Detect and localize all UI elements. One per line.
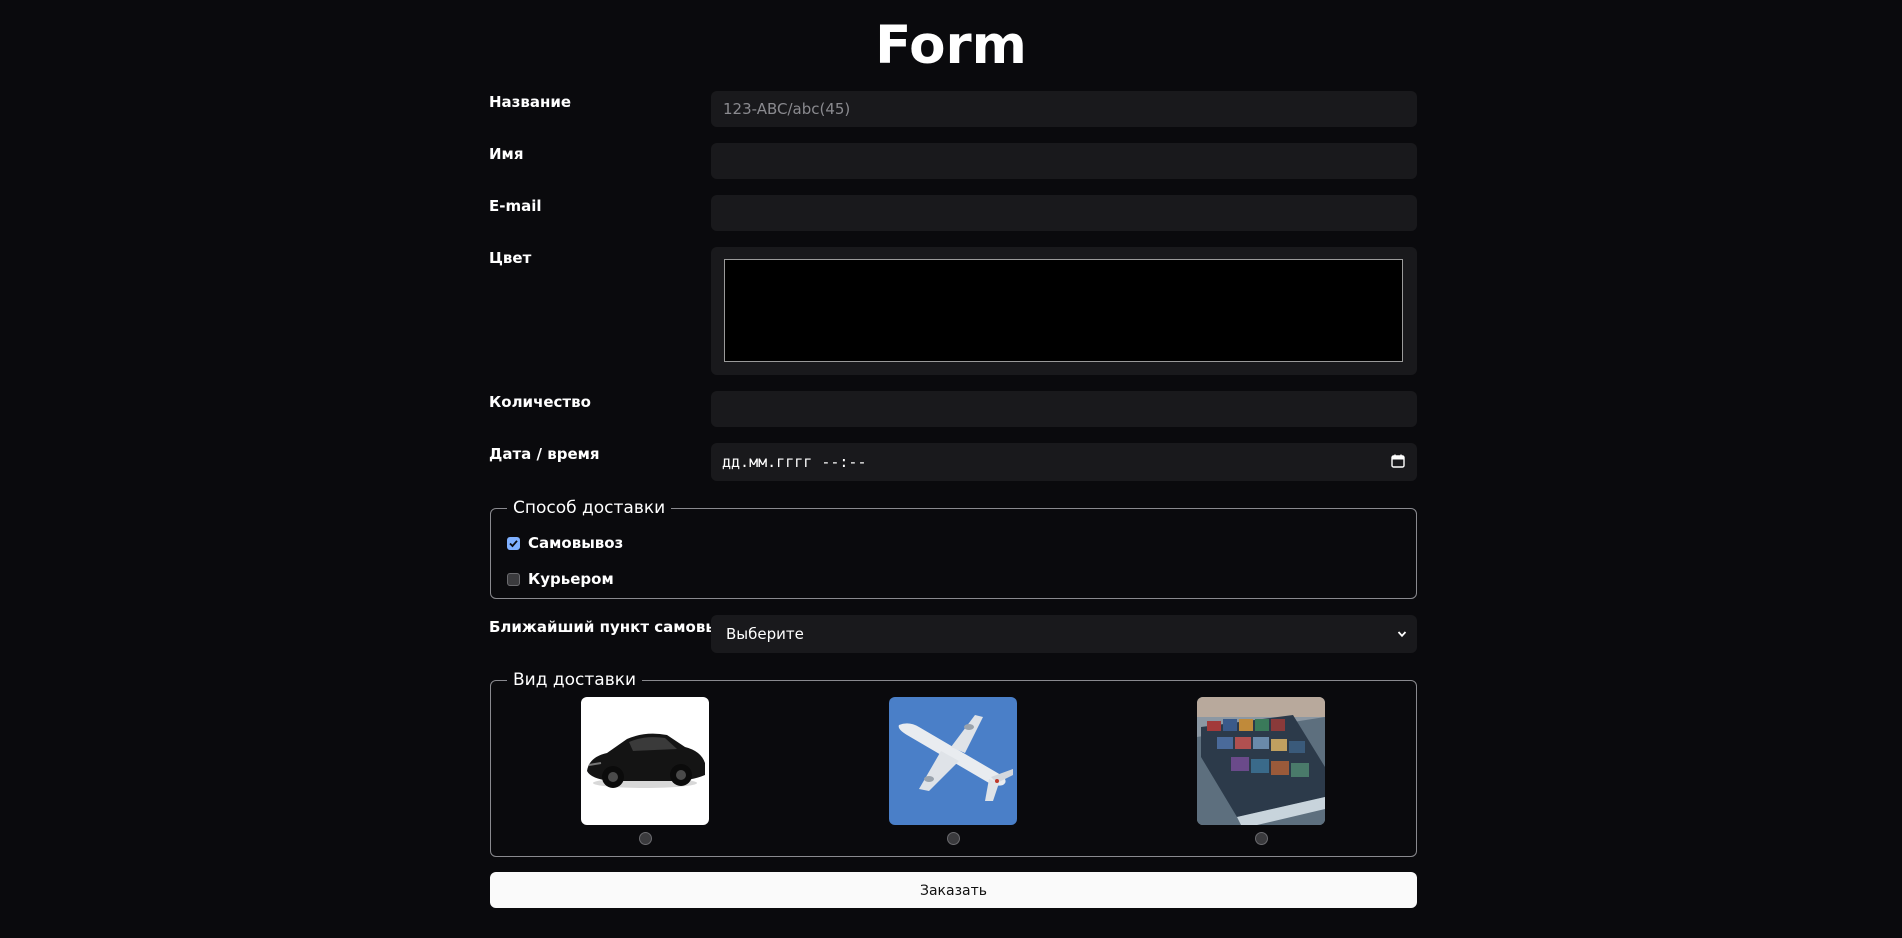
name-field-wrap <box>711 91 1417 127</box>
delivery-type-group: Вид доставки <box>490 669 1417 857</box>
first-name-field-wrap <box>711 143 1417 179</box>
radio-airplane[interactable] <box>946 832 960 845</box>
car-image[interactable] <box>581 697 709 825</box>
datetime-input[interactable]: дд.мм.гггг --:-- <box>711 443 1417 481</box>
datetime-label: Дата / время <box>489 445 600 463</box>
quantity-field-wrap <box>711 391 1417 427</box>
email-input[interactable] <box>711 195 1417 231</box>
checkbox-checked-icon[interactable] <box>507 536 520 550</box>
radio-ship[interactable] <box>1254 832 1268 845</box>
first-name-label: Имя <box>489 145 524 163</box>
delivery-method-group: Способ доставки Самовывоз Курьером <box>490 497 1417 599</box>
checkbox-pickup-label: Самовывоз <box>528 534 624 552</box>
color-label: Цвет <box>489 249 532 267</box>
color-picker-swatch[interactable] <box>724 259 1403 362</box>
calendar-icon[interactable] <box>1391 454 1405 468</box>
submit-button[interactable]: Заказать <box>490 872 1417 908</box>
delivery-option-car[interactable] <box>581 697 709 845</box>
pickup-point-select[interactable]: Выберите <box>711 615 1417 653</box>
name-input[interactable] <box>711 91 1417 127</box>
first-name-input[interactable] <box>711 143 1417 179</box>
checkbox-courier[interactable]: Курьером <box>507 570 614 588</box>
delivery-method-legend: Способ доставки <box>507 497 672 519</box>
color-field-wrap <box>711 247 1417 375</box>
airplane-image[interactable] <box>889 697 1017 825</box>
datetime-placeholder: дд.мм.гггг --:-- <box>722 453 867 471</box>
delivery-option-ship[interactable] <box>1197 697 1325 845</box>
chevron-down-icon <box>1397 631 1407 638</box>
delivery-type-legend: Вид доставки <box>507 669 643 691</box>
radio-car[interactable] <box>638 832 652 845</box>
checkbox-pickup[interactable]: Самовывоз <box>507 534 623 552</box>
email-field-wrap <box>711 195 1417 231</box>
name-label: Название <box>489 93 572 111</box>
checkbox-unchecked-icon[interactable] <box>507 572 520 586</box>
quantity-label: Количество <box>489 393 591 411</box>
page-title: Form <box>875 15 1027 76</box>
pickup-point-selected: Выберите <box>726 625 804 643</box>
delivery-option-airplane[interactable] <box>889 697 1017 845</box>
email-label: E-mail <box>489 197 542 215</box>
quantity-input[interactable] <box>711 391 1417 427</box>
ship-image[interactable] <box>1197 697 1325 825</box>
checkbox-courier-label: Курьером <box>528 570 614 588</box>
